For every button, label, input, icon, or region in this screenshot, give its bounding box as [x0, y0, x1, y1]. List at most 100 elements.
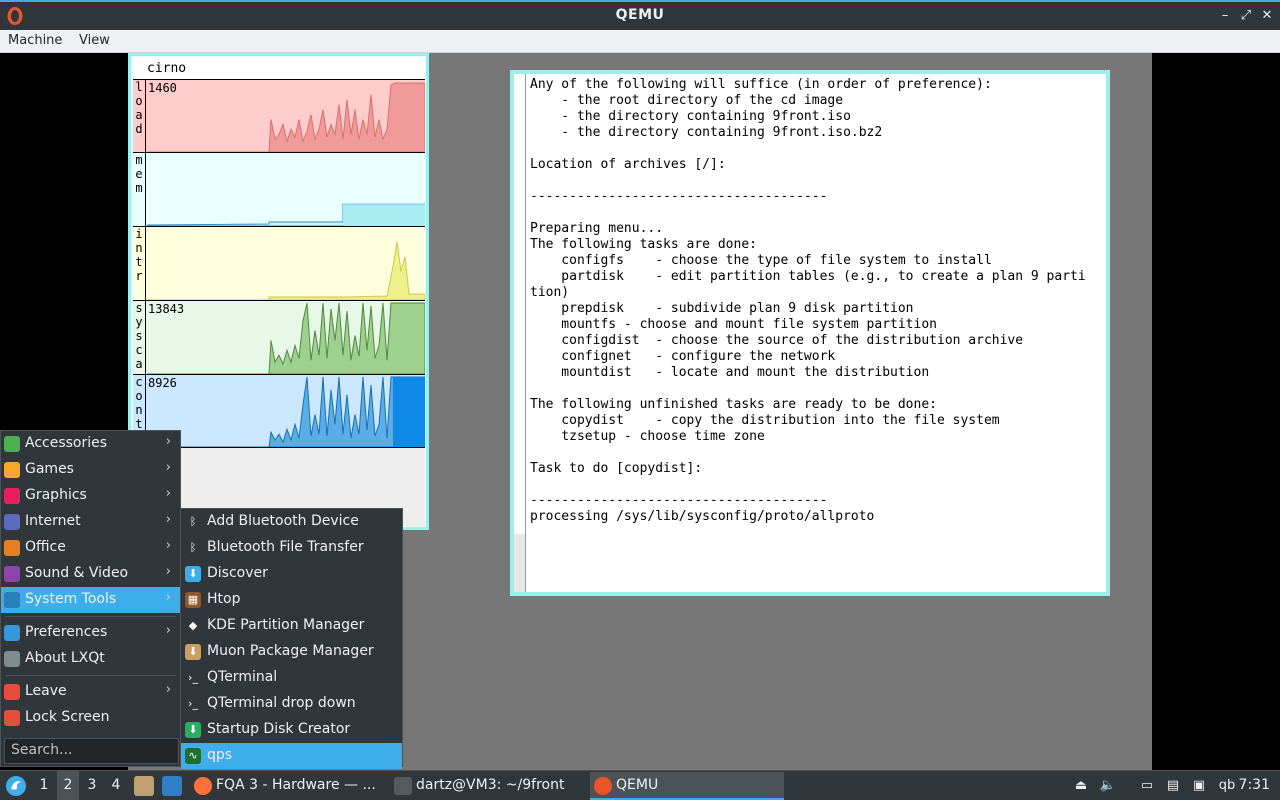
graph-label: load	[133, 80, 146, 152]
chevron-right-icon: ›	[165, 623, 171, 638]
menu-view[interactable]: View	[79, 33, 110, 48]
scrollbar-thumb[interactable]	[514, 74, 525, 534]
bluetooth-icon: ᛒ	[185, 540, 201, 556]
file-manager-icon[interactable]	[134, 776, 154, 796]
task-qemu[interactable]: QEMU	[590, 772, 784, 800]
restore-icon[interactable]: ⤢	[1237, 7, 1255, 25]
workspace-2[interactable]: 2	[57, 771, 79, 800]
mem-graph-plot	[147, 203, 425, 226]
chevron-right-icon: ›	[165, 564, 171, 579]
graph-mem: mem	[133, 153, 425, 227]
menu-item-lock-screen[interactable]: Lock Screen	[1, 705, 180, 731]
menu-item-sound-video[interactable]: Sound & Video ›	[1, 561, 180, 587]
submenu-item-qps[interactable]: ∿ qps	[181, 743, 402, 769]
qbittorrent-icon[interactable]: qb	[1216, 777, 1238, 795]
task-firefox[interactable]: FQA 3 - Hardware — ...	[190, 772, 382, 800]
system-tools-icon	[4, 592, 20, 608]
clock[interactable]: 7:31	[1239, 777, 1270, 793]
startup-disk-icon: ⬇	[185, 722, 201, 738]
discover-icon: ⬇	[185, 566, 201, 582]
submenu-item-kde-partition-manager[interactable]: ◆ KDE Partition Manager	[181, 613, 402, 639]
show-desktop-icon[interactable]	[162, 776, 182, 796]
system-tools-submenu: ᛒ Add Bluetooth Device ᛒ Bluetooth File Tra…	[180, 508, 403, 769]
display-icon[interactable]: ▭	[1138, 777, 1156, 795]
lock-icon	[4, 710, 20, 726]
menubar: Machine View	[0, 30, 1280, 53]
menu-item-accessories[interactable]: Accessories ›	[1, 431, 180, 457]
graph-value: 8926	[148, 376, 177, 390]
chevron-right-icon: ›	[165, 434, 171, 449]
submenu-item-label: QTerminal drop down	[207, 695, 356, 711]
sound-video-icon	[4, 566, 20, 582]
stats-header: cirno	[133, 58, 425, 80]
submenu-item-label: Htop	[207, 591, 241, 607]
task-terminal[interactable]: dartz@VM3: ~/9front	[390, 772, 586, 800]
workspace-1[interactable]: 1	[33, 771, 55, 800]
submenu-item-qterminal[interactable]: ›_ QTerminal	[181, 665, 402, 691]
submenu-item-startup-disk-creator[interactable]: ⬇ Startup Disk Creator	[181, 717, 402, 743]
qemu-icon	[594, 777, 612, 795]
graph-value: 1460	[148, 81, 177, 95]
qps-icon: ∿	[185, 748, 201, 764]
graph-value: 13843	[148, 302, 185, 316]
menu-item-label: System Tools	[25, 591, 117, 607]
menu-separator	[5, 675, 176, 676]
start-menu: Accessories › Games › Graphics › Internet › Offi…	[0, 430, 181, 767]
clipboard-icon[interactable]: ▤	[1164, 777, 1182, 795]
menu-item-graphics[interactable]: Graphics ›	[1, 483, 180, 509]
menu-item-label: Leave	[25, 683, 67, 699]
menu-item-label: Internet	[25, 513, 81, 529]
eject-icon[interactable]: ⏏	[1072, 777, 1090, 795]
preferences-icon	[4, 625, 20, 641]
submenu-item-muon-package-manager[interactable]: ⬇ Muon Package Manager	[181, 639, 402, 665]
submenu-item-add-bluetooth-device[interactable]: ᛒ Add Bluetooth Device	[181, 509, 402, 535]
graph-label: intr	[133, 227, 146, 300]
taskbar: 1 2 3 4 FQA 3 - Hardware — ... dartz@VM3…	[0, 770, 1280, 800]
task-label: FQA 3 - Hardware — ...	[216, 777, 376, 793]
graphics-icon	[4, 488, 20, 504]
graph-syscall: sysca 13843	[133, 301, 425, 375]
menu-item-label: Office	[25, 539, 66, 555]
office-icon	[4, 540, 20, 556]
submenu-item-label: Startup Disk Creator	[207, 721, 351, 737]
terminal-icon: ›_	[185, 670, 201, 686]
menu-machine[interactable]: Machine	[8, 33, 62, 48]
menu-item-games[interactable]: Games ›	[1, 457, 180, 483]
volume-icon[interactable]: 🔈	[1099, 777, 1117, 795]
chevron-right-icon: ›	[165, 682, 171, 697]
graph-load: load 1460	[133, 80, 425, 153]
terminal-output: Any of the following will suffice (in or…	[530, 77, 1086, 524]
menu-item-system-tools[interactable]: System Tools ›	[1, 587, 180, 613]
menu-item-about-lxqt[interactable]: About LXQt	[1, 646, 180, 672]
submenu-item-label: qps	[207, 747, 233, 763]
submenu-item-discover[interactable]: ⬇ Discover	[181, 561, 402, 587]
submenu-item-label: Muon Package Manager	[207, 643, 374, 659]
submenu-item-htop[interactable]: ▦ Htop	[181, 587, 402, 613]
context-graph-plot	[147, 376, 425, 447]
rio-terminal-window[interactable]: Any of the following will suffice (in or…	[510, 70, 1110, 596]
submenu-item-qterminal-drop-down[interactable]: ›_ QTerminal drop down	[181, 691, 402, 717]
graph-label: mem	[133, 153, 146, 226]
intr-graph-plot	[147, 241, 425, 300]
menu-item-preferences[interactable]: Preferences ›	[1, 620, 180, 646]
menu-item-label: Preferences	[25, 624, 108, 640]
menu-item-label: Sound & Video	[25, 565, 129, 581]
menu-item-leave[interactable]: Leave ›	[1, 679, 180, 705]
chevron-right-icon: ›	[165, 460, 171, 475]
submenu-item-bluetooth-file-transfer[interactable]: ᛒ Bluetooth File Transfer	[181, 535, 402, 561]
display-margin	[1152, 53, 1280, 770]
minimize-icon[interactable]: –	[1216, 7, 1234, 25]
workspace-4[interactable]: 4	[105, 771, 127, 800]
close-icon[interactable]: ✕	[1258, 7, 1276, 25]
desktop: QEMU – ⤢ ✕ Machine View cirno load 1460 …	[0, 0, 1280, 800]
submenu-item-label: Discover	[207, 565, 268, 581]
update-notifier-icon[interactable]: ▣	[1190, 777, 1208, 795]
window-titlebar[interactable]: QEMU – ⤢ ✕	[0, 0, 1280, 30]
menu-item-internet[interactable]: Internet ›	[1, 509, 180, 535]
terminal-scrollbar[interactable]	[514, 74, 526, 592]
workspace-3[interactable]: 3	[81, 771, 103, 800]
power-icon	[4, 684, 20, 700]
start-menu-icon[interactable]	[5, 775, 27, 797]
menu-item-office[interactable]: Office ›	[1, 535, 180, 561]
menu-search-input[interactable]: Search...	[4, 738, 179, 764]
